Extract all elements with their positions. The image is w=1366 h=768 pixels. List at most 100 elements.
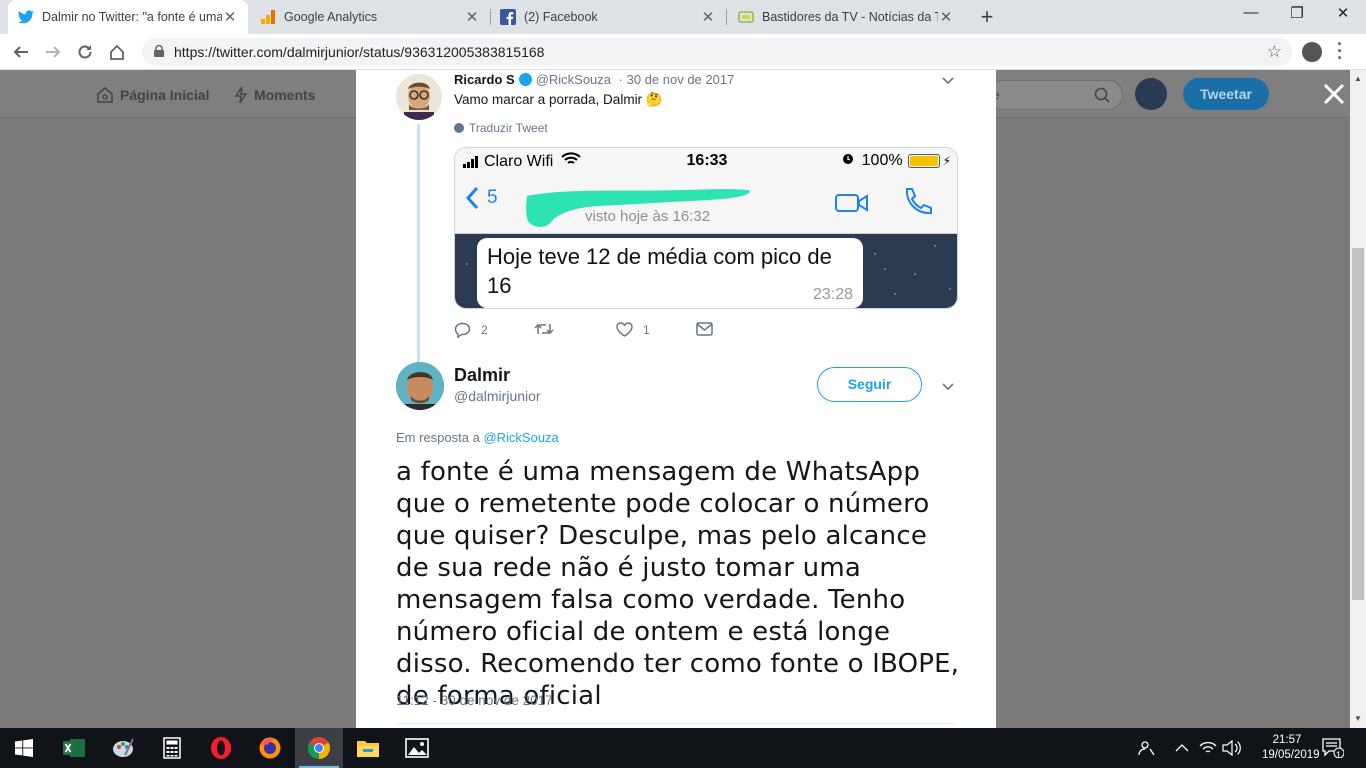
tweet-button[interactable]: Tweetar (1183, 78, 1269, 110)
reply-to-link[interactable]: @RickSouza (483, 430, 558, 445)
search-icon[interactable] (1094, 87, 1110, 106)
reply-button[interactable]: 2 (454, 322, 488, 338)
author-name[interactable]: Dalmir (454, 365, 510, 386)
scroll-up-arrow-icon[interactable]: ▲ (1350, 74, 1366, 83)
retweet-icon (534, 323, 554, 335)
photos-icon[interactable] (393, 728, 441, 768)
scroll-down-arrow-icon[interactable]: ▼ (1350, 714, 1366, 723)
paint-icon[interactable] (99, 728, 147, 768)
tab-google-analytics[interactable]: Google Analytics ✕ (250, 0, 490, 34)
volume-icon[interactable] (1222, 728, 1242, 768)
globe-icon (454, 123, 464, 133)
browser-toolbar: https://twitter.com/dalmirjunior/status/… (0, 34, 1366, 70)
tab-title: Dalmir no Twitter: "a fonte é uma (42, 10, 222, 24)
author-name[interactable]: Ricardo S @RickSouza · 30 de nov de 2017 (454, 72, 734, 87)
direct-message-button[interactable] (696, 322, 713, 336)
start-icon[interactable] (0, 728, 48, 768)
address-bar[interactable]: https://twitter.com/dalmirjunior/status/… (142, 38, 1292, 66)
redacted-name-scribble (526, 189, 750, 227)
reply-icon (454, 322, 471, 338)
bastidores-icon (738, 9, 754, 25)
home-button[interactable] (104, 39, 130, 65)
modal-close-icon[interactable] (1320, 80, 1348, 108)
reload-button[interactable] (72, 39, 98, 65)
chevron-down-icon[interactable] (942, 382, 954, 394)
thread-line (417, 124, 420, 394)
tab-bastidores[interactable]: Bastidores da TV - Notícias da TV ✕ (728, 0, 964, 34)
charging-icon: ⚡ (942, 154, 951, 168)
window-close-button[interactable]: ✕ (1320, 4, 1366, 28)
avatar[interactable] (396, 362, 444, 410)
network-icon[interactable] (1199, 728, 1217, 768)
tab-close-icon[interactable]: ✕ (464, 8, 480, 26)
tab-facebook[interactable]: (2) Facebook ✕ (490, 0, 726, 34)
phone-call-icon[interactable] (901, 186, 933, 221)
last-seen-text: visto hoje às 16:32 (585, 208, 711, 225)
avatar[interactable] (396, 74, 442, 120)
restore-button[interactable]: ❐ (1274, 4, 1320, 28)
tab-close-icon[interactable]: ✕ (938, 8, 954, 26)
file-explorer-icon[interactable] (344, 728, 392, 768)
heart-icon (616, 322, 633, 337)
excel-icon[interactable] (50, 728, 98, 768)
tab-close-icon[interactable]: ✕ (700, 8, 716, 26)
tab-twitter[interactable]: Dalmir no Twitter: "a fonte é uma ✕ (8, 0, 248, 34)
divider (396, 723, 956, 724)
bookmark-star-icon[interactable]: ☆ (1267, 42, 1282, 62)
system-clock[interactable]: 21:57 19/05/2019 (1262, 733, 1320, 763)
facebook-icon (500, 9, 516, 25)
notifications-icon[interactable]: 1 (1322, 728, 1344, 768)
url-text: https://twitter.com/dalmirjunior/status/… (174, 44, 545, 60)
home-icon (97, 86, 113, 103)
chrome-icon[interactable] (295, 728, 343, 768)
nav-moments[interactable]: Moments (234, 86, 315, 104)
battery-icon (907, 154, 940, 168)
tweet-date[interactable]: · 30 de nov de 2017 (619, 72, 735, 87)
tweet-timestamp[interactable]: 11:12 - 30 de nov de 2017 (396, 693, 553, 708)
twitter-search-input[interactable]: e (988, 80, 1123, 110)
profile-avatar[interactable] (1302, 42, 1322, 62)
tab-close-icon[interactable]: ✕ (222, 8, 238, 26)
minimize-button[interactable]: — (1228, 4, 1274, 28)
author-handle[interactable]: @RickSouza (536, 72, 611, 87)
user-avatar[interactable] (1135, 78, 1167, 110)
like-button[interactable]: 1 (616, 322, 650, 337)
chat-message-bubble: Hoje teve 12 de média com pico de 16 23:… (477, 238, 863, 308)
chevron-down-icon[interactable] (942, 76, 954, 88)
retweet-button[interactable] (534, 322, 554, 336)
envelope-icon (696, 322, 713, 336)
chrome-menu-icon[interactable]: · · · (1335, 35, 1345, 67)
verified-badge-icon (518, 73, 532, 86)
scroll-thumb[interactable] (1352, 248, 1364, 600)
lock-icon (154, 44, 164, 60)
tray-chevron-up-icon[interactable] (1175, 728, 1189, 768)
alarm-icon (842, 152, 854, 170)
people-icon[interactable] (1138, 728, 1156, 768)
nav-home[interactable]: Página Inicial (96, 86, 209, 104)
tab-title: Google Analytics (284, 10, 378, 24)
tweet-text: Vamo marcar a porrada, Dalmir 🤔 (454, 92, 663, 107)
tweet-text: a fonte é uma mensagem de WhatsApp que o… (396, 457, 960, 711)
opera-icon[interactable] (197, 728, 245, 768)
tab-title: Bastidores da TV - Notícias da TV (762, 10, 938, 24)
new-tab-button[interactable]: + (975, 4, 999, 30)
page-scrollbar[interactable]: ▲ ▼ (1350, 70, 1366, 728)
chat-header: 5 visto hoje às 16:32 (455, 174, 957, 234)
video-call-icon[interactable] (835, 192, 869, 219)
tweet-modal: Ricardo S @RickSouza · 30 de nov de 2017 … (356, 70, 996, 728)
calculator-icon[interactable] (148, 728, 196, 768)
lightning-icon (234, 86, 248, 104)
follow-button[interactable]: Seguir (817, 367, 922, 402)
back-button[interactable] (8, 39, 34, 65)
author-handle[interactable]: @dalmirjunior (454, 388, 541, 404)
reply-context: Em resposta a @RickSouza (396, 430, 559, 445)
translate-link[interactable]: Traduzir Tweet (454, 121, 548, 135)
chat-back-button[interactable]: 5 (465, 186, 498, 210)
tweet-media-image[interactable]: Claro Wifi 16:33 100% ⚡ 5 visto hoje às … (454, 147, 958, 309)
notification-count: 1 (1336, 750, 1342, 760)
firefox-icon[interactable] (246, 728, 294, 768)
tab-strip: Dalmir no Twitter: "a fonte é uma ✕ Goog… (0, 0, 1366, 34)
analytics-icon (260, 9, 276, 25)
forward-button[interactable] (40, 39, 66, 65)
phone-status-bar: Claro Wifi 16:33 100% ⚡ (455, 148, 957, 174)
